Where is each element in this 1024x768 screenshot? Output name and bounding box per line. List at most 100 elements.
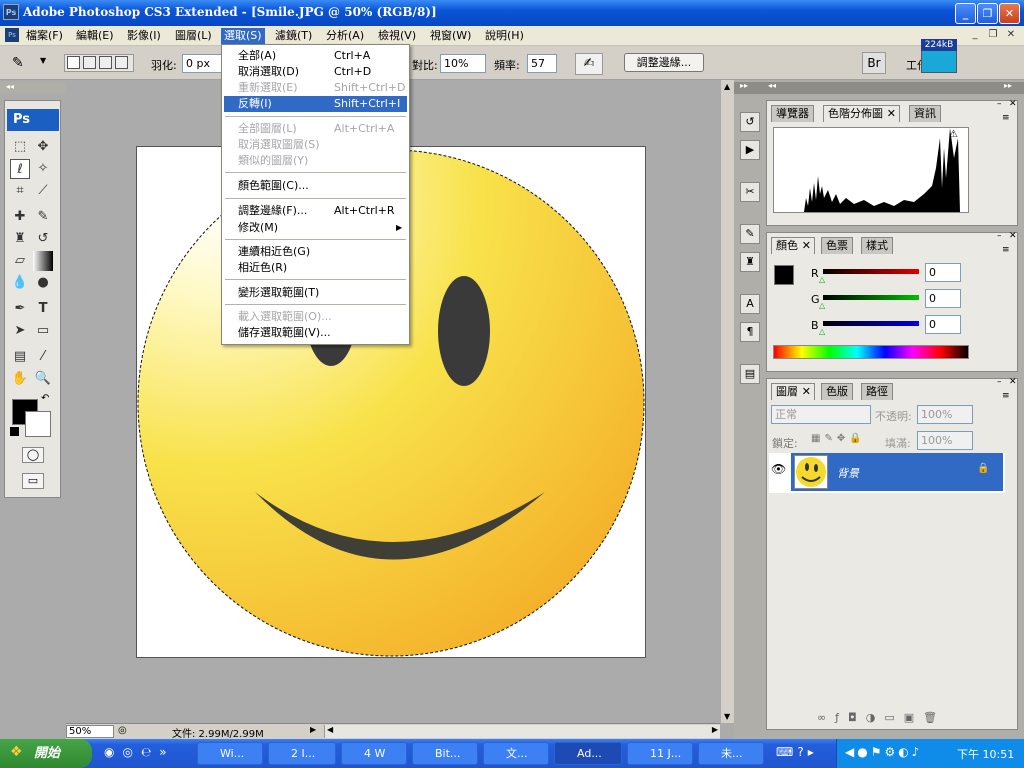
status-options-icon[interactable]: ◎ — [118, 725, 127, 736]
dodge-tool-icon[interactable]: ● — [33, 273, 53, 293]
menu-item-similar-layers[interactable]: 類似的圖層(Y) — [224, 153, 407, 169]
feather-input[interactable]: 0 px — [182, 54, 222, 73]
brush-tool-icon[interactable]: ✎ — [33, 207, 53, 227]
clone-source-icon[interactable]: ♜ — [740, 252, 760, 272]
red-value-input[interactable]: 0 — [925, 263, 961, 282]
refine-edge-button[interactable]: 調整邊緣... — [624, 53, 704, 72]
menu-edit[interactable]: 編輯(E) — [73, 28, 117, 45]
actions-panel-icon[interactable]: ▶ — [740, 140, 760, 160]
doc-close-button[interactable]: ✕ — [1004, 28, 1018, 42]
history-brush-tool-icon[interactable]: ↺ — [33, 229, 53, 249]
magnetic-lasso-preset-icon[interactable]: ✎ — [12, 54, 36, 72]
eye-visibility-icon[interactable]: 👁 — [771, 462, 786, 476]
move-tool-icon[interactable]: ✥ — [33, 137, 53, 157]
green-slider[interactable] — [823, 295, 919, 300]
panel-menu-icon[interactable]: ≡ — [1002, 113, 1010, 123]
panel-close-icon[interactable]: ✕ — [1009, 231, 1017, 241]
zoom-field[interactable]: 50% — [66, 725, 114, 738]
menu-item-all-layers[interactable]: 全部圖層(L) Alt+Ctrl+A — [224, 121, 407, 137]
histogram-warning-icon[interactable]: ⚠ — [949, 129, 958, 140]
panel-minimize-icon[interactable]: – — [997, 231, 1002, 241]
menu-item-save-selection[interactable]: 儲存選取範圍(V)... — [224, 325, 407, 341]
history-panel-icon[interactable]: ↺ — [740, 112, 760, 132]
background-color-swatch[interactable] — [25, 411, 51, 437]
menu-item-modify[interactable]: 修改(M) ▶ — [224, 220, 407, 236]
tab-info[interactable]: 資訊 — [909, 105, 941, 122]
menu-view[interactable]: 檢視(V) — [375, 28, 419, 45]
paragraph-panel-icon[interactable]: ¶ — [740, 322, 760, 342]
lock-options-icons[interactable]: ▦✎✥🔒 — [811, 433, 866, 444]
hand-tool-icon[interactable]: ✋ — [10, 369, 30, 389]
color-foreground-swatch[interactable] — [774, 265, 794, 285]
menu-item-load-selection[interactable]: 載入選取範圍(O)... — [224, 309, 407, 325]
layer-name[interactable]: 背景 — [837, 465, 859, 481]
opacity-input[interactable]: 100% — [917, 405, 973, 424]
task-button[interactable]: Bit... — [412, 742, 478, 765]
menu-item-refine-edge[interactable]: 調整邊緣(F)... Alt+Ctrl+R — [224, 203, 407, 219]
blend-mode-select[interactable]: 正常 — [771, 405, 871, 424]
menu-item-grow[interactable]: 連續相近色(G) — [224, 244, 407, 260]
path-selection-tool-icon[interactable]: ➤ — [10, 321, 30, 341]
menu-item-color-range[interactable]: 顏色範圍(C)... — [224, 178, 407, 194]
red-slider[interactable] — [823, 269, 919, 274]
document-icon[interactable]: Ps — [5, 28, 19, 42]
tab-layers[interactable]: 圖層 ✕ — [771, 383, 815, 400]
menu-help[interactable]: 說明(H) — [482, 28, 527, 45]
tab-histogram[interactable]: 色階分佈圖 ✕ — [823, 105, 900, 122]
task-button-photoshop[interactable]: Ad... — [554, 742, 622, 765]
slider-handle-icon[interactable]: △ — [819, 327, 825, 336]
photoshop-app-icon[interactable]: Ps — [3, 4, 19, 20]
menu-item-transform-selection[interactable]: 變形選取範圍(T) — [224, 285, 407, 301]
tab-channels[interactable]: 色版 — [821, 383, 853, 400]
zoom-tool-icon[interactable]: 🔍 — [33, 369, 53, 389]
new-selection-icon[interactable] — [67, 56, 80, 69]
tab-navigator[interactable]: 導覽器 — [771, 105, 814, 122]
gradient-tool-icon[interactable] — [33, 251, 53, 271]
brushes-panel-icon[interactable]: ✎ — [740, 224, 760, 244]
frequency-input[interactable]: 57 — [527, 54, 557, 73]
eraser-tool-icon[interactable]: ▱ — [10, 251, 30, 271]
add-selection-icon[interactable] — [83, 56, 96, 69]
eyedropper-tool-icon[interactable]: ⁄ — [33, 347, 53, 367]
menu-window[interactable]: 視窗(W) — [427, 28, 474, 45]
task-button[interactable]: 未... — [698, 742, 764, 765]
horizontal-scrollbar[interactable]: ◀ ▶ — [324, 725, 720, 738]
subtract-selection-icon[interactable] — [99, 56, 112, 69]
fill-input[interactable]: 100% — [917, 431, 973, 450]
panel-minimize-icon[interactable]: – — [997, 377, 1002, 387]
close-button[interactable]: ✕ — [999, 3, 1020, 24]
lasso-tool-icon[interactable]: ℓ — [10, 159, 30, 179]
panel-menu-icon[interactable]: ≡ — [1002, 245, 1010, 255]
tool-presets-icon[interactable]: ✂ — [740, 182, 760, 202]
pen-tool-icon[interactable]: ✒ — [10, 299, 30, 319]
menu-select[interactable]: 選取(S) — [221, 28, 265, 45]
intersect-selection-icon[interactable] — [115, 56, 128, 69]
menu-analysis[interactable]: 分析(A) — [323, 28, 367, 45]
swap-colors-icon[interactable]: ↶ — [41, 393, 49, 404]
slider-handle-icon[interactable]: △ — [819, 301, 825, 310]
tab-paths[interactable]: 路徑 — [861, 383, 893, 400]
quick-mask-icon[interactable]: ◯ — [22, 447, 44, 463]
menu-layer[interactable]: 圖層(L) — [172, 28, 215, 45]
language-bar-icons[interactable]: ⌨?▸ — [776, 745, 818, 759]
task-button[interactable]: 11 J... — [627, 742, 693, 765]
chevron-down-icon[interactable]: ▼ — [40, 56, 46, 65]
contrast-input[interactable]: 10% — [440, 54, 486, 73]
panel-minimize-icon[interactable]: – — [997, 99, 1002, 109]
doc-restore-button[interactable]: ❐ — [986, 28, 1000, 42]
color-spectrum-bar[interactable] — [773, 345, 969, 359]
menu-image[interactable]: 影像(I) — [124, 28, 164, 45]
screen-mode-icon[interactable]: ▭ — [22, 473, 44, 489]
blue-value-input[interactable]: 0 — [925, 315, 961, 334]
layer-actions-icons[interactable]: ∞ƒ◘◑▭▣🗑 — [817, 711, 946, 724]
layer-comps-icon[interactable]: ▤ — [740, 364, 760, 384]
minimize-button[interactable]: _ — [955, 3, 976, 24]
shape-tool-icon[interactable]: ▭ — [33, 321, 53, 341]
notes-tool-icon[interactable]: ▤ — [10, 347, 30, 367]
menu-item-reselect[interactable]: 重新選取(E) Shift+Ctrl+D — [224, 80, 407, 96]
type-tool-icon[interactable]: T — [33, 299, 53, 319]
blur-tool-icon[interactable]: 💧 — [10, 273, 30, 293]
blue-slider[interactable] — [823, 321, 919, 326]
green-value-input[interactable]: 0 — [925, 289, 961, 308]
slider-handle-icon[interactable]: △ — [819, 275, 825, 284]
